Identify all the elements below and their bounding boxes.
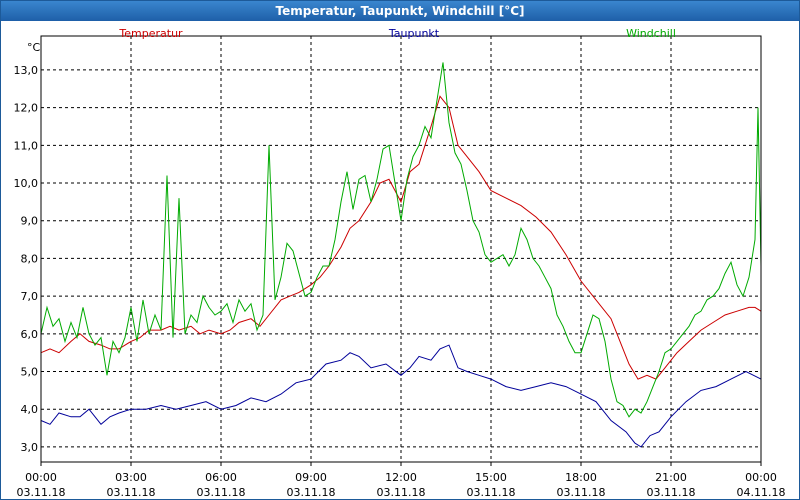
y-tick-label: 6,0 [21, 328, 39, 341]
y-tick-label: 9,0 [21, 215, 39, 228]
y-tick-label: 7,0 [21, 290, 39, 303]
x-tick-date: 04.11.18 [737, 486, 786, 499]
x-tick-date: 03.11.18 [557, 486, 606, 499]
x-tick-time: 03:00 [115, 471, 147, 484]
x-tick-time: 00:00 [745, 471, 777, 484]
y-tick-label: 8,0 [21, 252, 39, 265]
x-tick-date: 03.11.18 [467, 486, 516, 499]
legend-item-taupunkt: Taupunkt [388, 27, 440, 40]
x-tick-time: 06:00 [205, 471, 237, 484]
x-tick-date: 03.11.18 [647, 486, 696, 499]
y-axis-ticks: 3,0 4,0 5,0 6,0 7,0 8,0 9,0 10,0 11,0 12,0 13,0 [14, 64, 39, 454]
y-tick-label: 3,0 [21, 441, 39, 454]
x-tick-time: 15:00 [475, 471, 507, 484]
chart-window: Temperatur, Taupunkt, Windchill [°C] 3,0… [0, 0, 800, 500]
x-tick-time: 12:00 [385, 471, 417, 484]
window-title: Temperatur, Taupunkt, Windchill [°C] [1, 1, 799, 21]
x-tick-date: 03.11.18 [287, 486, 336, 499]
legend-item-temperatur: Temperatur [118, 27, 183, 40]
x-tick-date: 03.11.18 [197, 486, 246, 499]
grid-lines [41, 36, 761, 462]
x-tick-date: 03.11.18 [107, 486, 156, 499]
y-tick-label: 5,0 [21, 366, 39, 379]
x-tick-time: 09:00 [295, 471, 327, 484]
y-tick-label: 4,0 [21, 403, 39, 416]
chart-plot: 3,0 4,0 5,0 6,0 7,0 8,0 9,0 10,0 11,0 12,0 13,0 00… [14, 27, 786, 499]
y-tick-label: 11,0 [14, 139, 39, 152]
y-tick-label: 12,0 [14, 102, 39, 115]
x-tick-time: 00:00 [25, 471, 57, 484]
x-axis-ticks: 00:00 03.11.18 03:00 03.11.18 06:00 03.11.18 0… [17, 462, 786, 499]
x-tick-date: 03.11.18 [377, 486, 426, 499]
y-tick-label: 13,0 [14, 64, 39, 77]
x-tick-time: 18:00 [565, 471, 597, 484]
y-axis-label: °C [27, 41, 41, 54]
y-tick-label: 10,0 [14, 177, 39, 190]
legend-item-windchill: Windchill [626, 27, 676, 40]
x-tick-date: 03.11.18 [17, 486, 66, 499]
x-tick-time: 21:00 [655, 471, 687, 484]
legend: Temperatur Taupunkt Windchill [118, 27, 676, 40]
